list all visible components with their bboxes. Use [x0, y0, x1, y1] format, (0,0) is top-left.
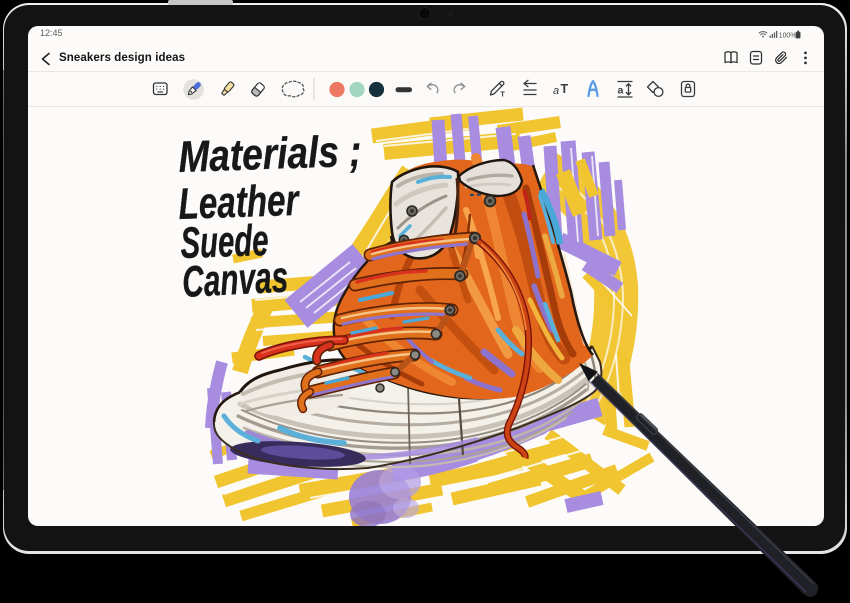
svg-text:Canvas: Canvas — [181, 253, 289, 307]
svg-text:Materials ;: Materials ; — [178, 127, 363, 182]
